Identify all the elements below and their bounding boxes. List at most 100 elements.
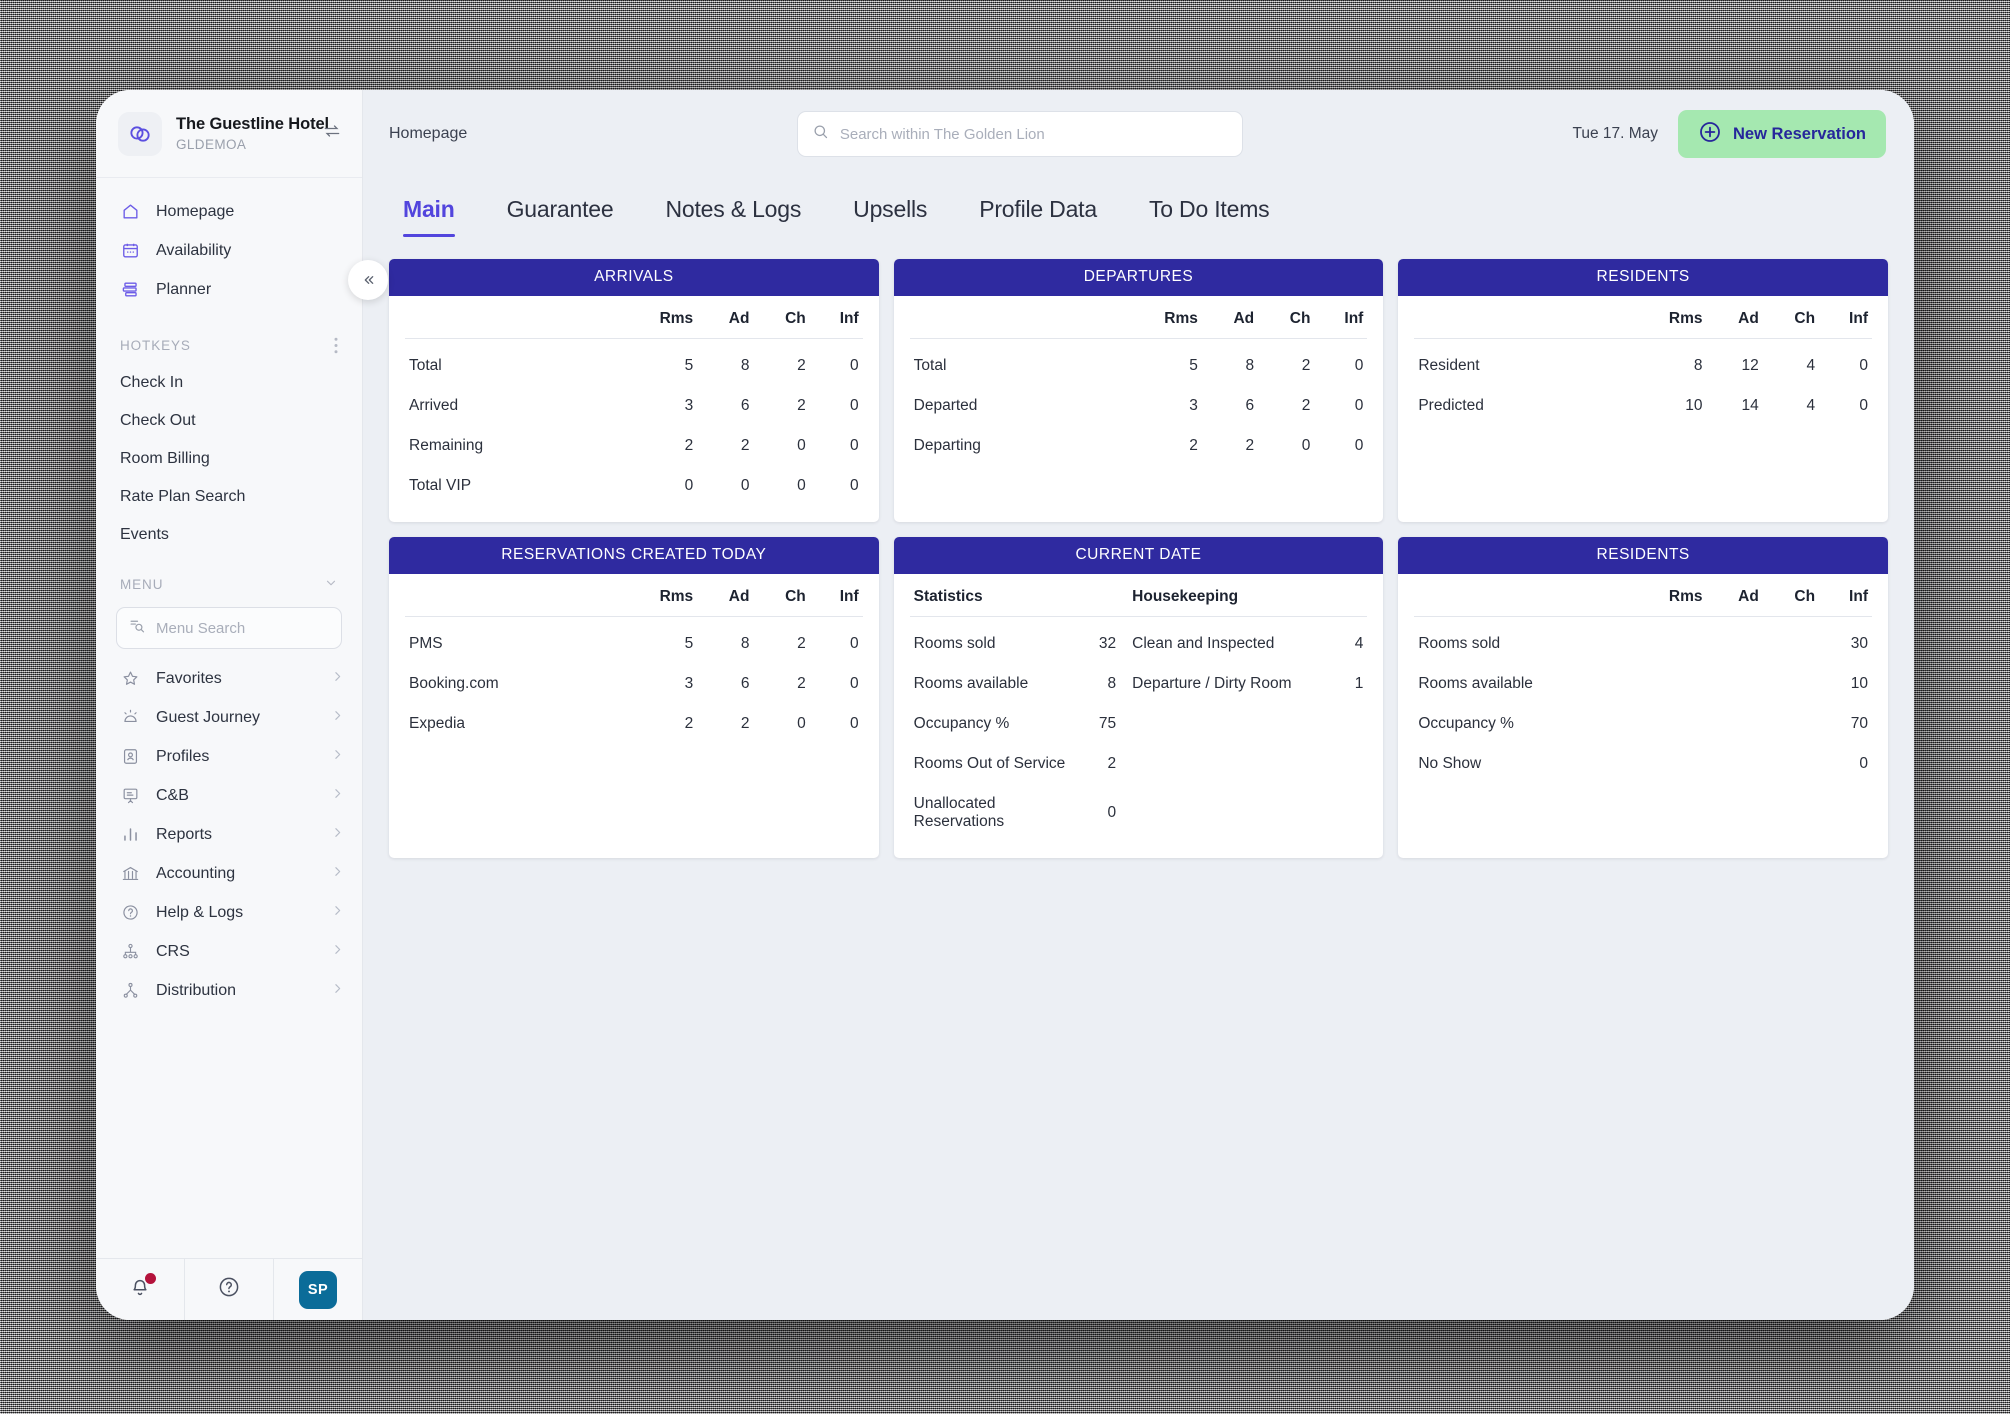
sidebar-item-availability[interactable]: Availability [96, 231, 362, 270]
dashboard-cards: ARRIVALS Rms Ad Ch Inf Total 5 8 2 0 Arrived… [363, 237, 1914, 858]
column-header: Inf [809, 574, 863, 617]
reservations-created-table: Rms Ad Ch Inf PMS 5 8 2 0 Booking.com 3 6 2 0 Ex… [405, 574, 863, 744]
sidebar-item-label: Help & Logs [156, 903, 244, 921]
table-row: Occupancy % 75 [913, 715, 1117, 732]
calendar-icon [120, 240, 141, 261]
sidebar-item-accounting[interactable]: Accounting [96, 854, 362, 893]
global-search-box[interactable] [796, 111, 1243, 157]
menu-search-box[interactable] [116, 607, 342, 649]
hotkey-room-billing[interactable]: Room Billing [96, 440, 362, 478]
sidebar-item-homepage[interactable]: Homepage [96, 192, 362, 231]
new-reservation-label: New Reservation [1733, 124, 1866, 143]
sidebar-item-label: Profiles [156, 747, 210, 765]
global-search-input[interactable] [839, 125, 1228, 143]
chevron-right-icon [331, 787, 344, 804]
sidebar-item-label: Guest Journey [156, 708, 261, 726]
guest-journey-icon [120, 707, 141, 728]
new-reservation-button[interactable]: New Reservation [1678, 110, 1886, 158]
user-menu-button[interactable]: SP [274, 1259, 362, 1320]
current-date-label: Tue 17. May [1572, 125, 1659, 142]
column-header: Rms [1624, 296, 1707, 339]
chevron-right-icon [331, 670, 344, 687]
arrivals-table: Rms Ad Ch Inf Total 5 8 2 0 Arrived 3 6 2 0 Rema… [405, 296, 863, 506]
tab-to-do-items[interactable]: To Do Items [1123, 190, 1296, 237]
menu-search-icon [129, 617, 146, 639]
sidebar-item-guest-journey[interactable]: Guest Journey [96, 698, 362, 737]
tab-main[interactable]: Main [389, 190, 481, 237]
app-window: The Guestline Hotel GLDEMOA Homepage Ava… [96, 90, 1914, 1320]
chevron-right-icon [331, 709, 344, 726]
residents-summary-table: Rms Ad Ch Inf Rooms sold 30 Rooms availab… [1414, 574, 1872, 784]
sidebar-item-help-and-logs[interactable]: Help & Logs [96, 893, 362, 932]
card-body: Rms Ad Ch Inf Total 5 8 2 0 Arrived 3 6 2 0 Rema… [389, 296, 879, 522]
table-row: No Show 0 [1418, 755, 1868, 772]
sidebar-item-profiles[interactable]: Profiles [96, 737, 362, 776]
menu-section-header[interactable]: MENU [96, 554, 362, 603]
table-header-row: Rms Ad Ch Inf [1414, 574, 1872, 617]
sidebar-item-distribution[interactable]: Distribution [96, 971, 362, 1010]
table-row: Rooms Out of Service 2 [913, 755, 1117, 772]
sidebar-item-planner[interactable]: Planner [96, 270, 362, 309]
sidebar-collapse-button[interactable] [348, 260, 388, 300]
hotkey-rate-plan-search[interactable]: Rate Plan Search [96, 478, 362, 516]
column-header: Ch [1762, 574, 1820, 617]
sidebar-item-cb[interactable]: C&B [96, 776, 362, 815]
column-header: Ch [1762, 296, 1820, 339]
sidebar-item-favorites[interactable]: Favorites [96, 659, 362, 698]
column-header: Ch [753, 296, 810, 339]
hotel-selector[interactable]: The Guestline Hotel GLDEMOA [96, 90, 362, 178]
menu-search-input[interactable] [156, 619, 329, 637]
table-header-row: Rms Ad Ch Inf [405, 574, 863, 617]
sidebar-item-reports[interactable]: Reports [96, 815, 362, 854]
column-header: Rms [615, 296, 698, 339]
column-header [909, 296, 1121, 339]
table-row: Rooms sold 32 Clean and Inspected 4 [913, 635, 1364, 652]
chevron-down-icon[interactable] [324, 576, 338, 593]
hotkeys-label: HOTKEYS [120, 338, 191, 353]
tab-guarantee[interactable]: Guarantee [481, 190, 640, 237]
help-button[interactable] [185, 1259, 274, 1320]
card-body: Rms Ad Ch Inf PMS 5 8 2 0 Booking.com 3 6 2 0 Ex… [389, 574, 879, 760]
presentation-icon [120, 785, 141, 806]
table-row: Total VIP 0 0 0 0 [409, 477, 859, 494]
column-header: Inf [1819, 296, 1872, 339]
tab-profile-data[interactable]: Profile Data [953, 190, 1123, 237]
departures-table: Rms Ad Ch Inf Total 5 8 2 0 Departed 3 6 2 0 Dep… [909, 296, 1368, 466]
column-header [1414, 574, 1625, 617]
sidebar-item-label: CRS [156, 942, 190, 960]
hotkey-check-out[interactable]: Check Out [96, 402, 362, 440]
hotkey-events[interactable]: Events [96, 516, 362, 554]
question-circle-icon [120, 902, 141, 923]
tab-notes-and-logs[interactable]: Notes & Logs [639, 190, 827, 237]
card-residents-top: RESIDENTS Rms Ad Ch Inf Resident 8 12 4 0 Pr… [1398, 259, 1888, 522]
crs-network-icon [120, 941, 141, 962]
table-row: Departed 3 6 2 0 [913, 397, 1364, 414]
chevron-right-icon [331, 943, 344, 960]
notifications-button[interactable] [96, 1259, 185, 1320]
plus-circle-icon [1698, 120, 1722, 149]
swap-icon[interactable] [322, 121, 342, 146]
tab-upsells[interactable]: Upsells [827, 190, 953, 237]
menu-list: Favorites Guest Journey Profiles C&B Rep [96, 659, 362, 1010]
sidebar-item-crs[interactable]: CRS [96, 932, 362, 971]
column-header: Statistics [909, 574, 1084, 617]
card-body: Rms Ad Ch Inf Rooms sold 30 Rooms availab… [1398, 574, 1888, 800]
card-residents-bottom: RESIDENTS Rms Ad Ch Inf Rooms sold 30 Roo… [1398, 537, 1888, 858]
sidebar-item-label: Availability [156, 241, 232, 259]
card-body: Rms Ad Ch Inf Total 5 8 2 0 Departed 3 6 2 0 Dep… [894, 296, 1384, 482]
table-row: Resident 8 12 4 0 [1418, 357, 1868, 374]
column-header: Inf [809, 296, 863, 339]
column-header: Inf [1819, 574, 1872, 617]
table-row: Unallocated Reservations 0 [913, 795, 1117, 830]
hotkey-check-in[interactable]: Check In [96, 364, 362, 402]
profile-icon [120, 746, 141, 767]
card-reservations-created-today: RESERVATIONS CREATED TODAY Rms Ad Ch Inf… [389, 537, 879, 858]
column-header [1083, 574, 1121, 617]
more-vertical-icon[interactable] [334, 337, 338, 354]
tab-bar: Main Guarantee Notes & Logs Upsells Prof… [363, 178, 1914, 237]
card-arrivals: ARRIVALS Rms Ad Ch Inf Total 5 8 2 0 Arrived… [389, 259, 879, 522]
breadcrumb[interactable]: Homepage [389, 125, 467, 143]
card-title: CURRENT DATE [893, 537, 1384, 574]
table-row: Remaining 2 2 0 0 [409, 437, 859, 454]
